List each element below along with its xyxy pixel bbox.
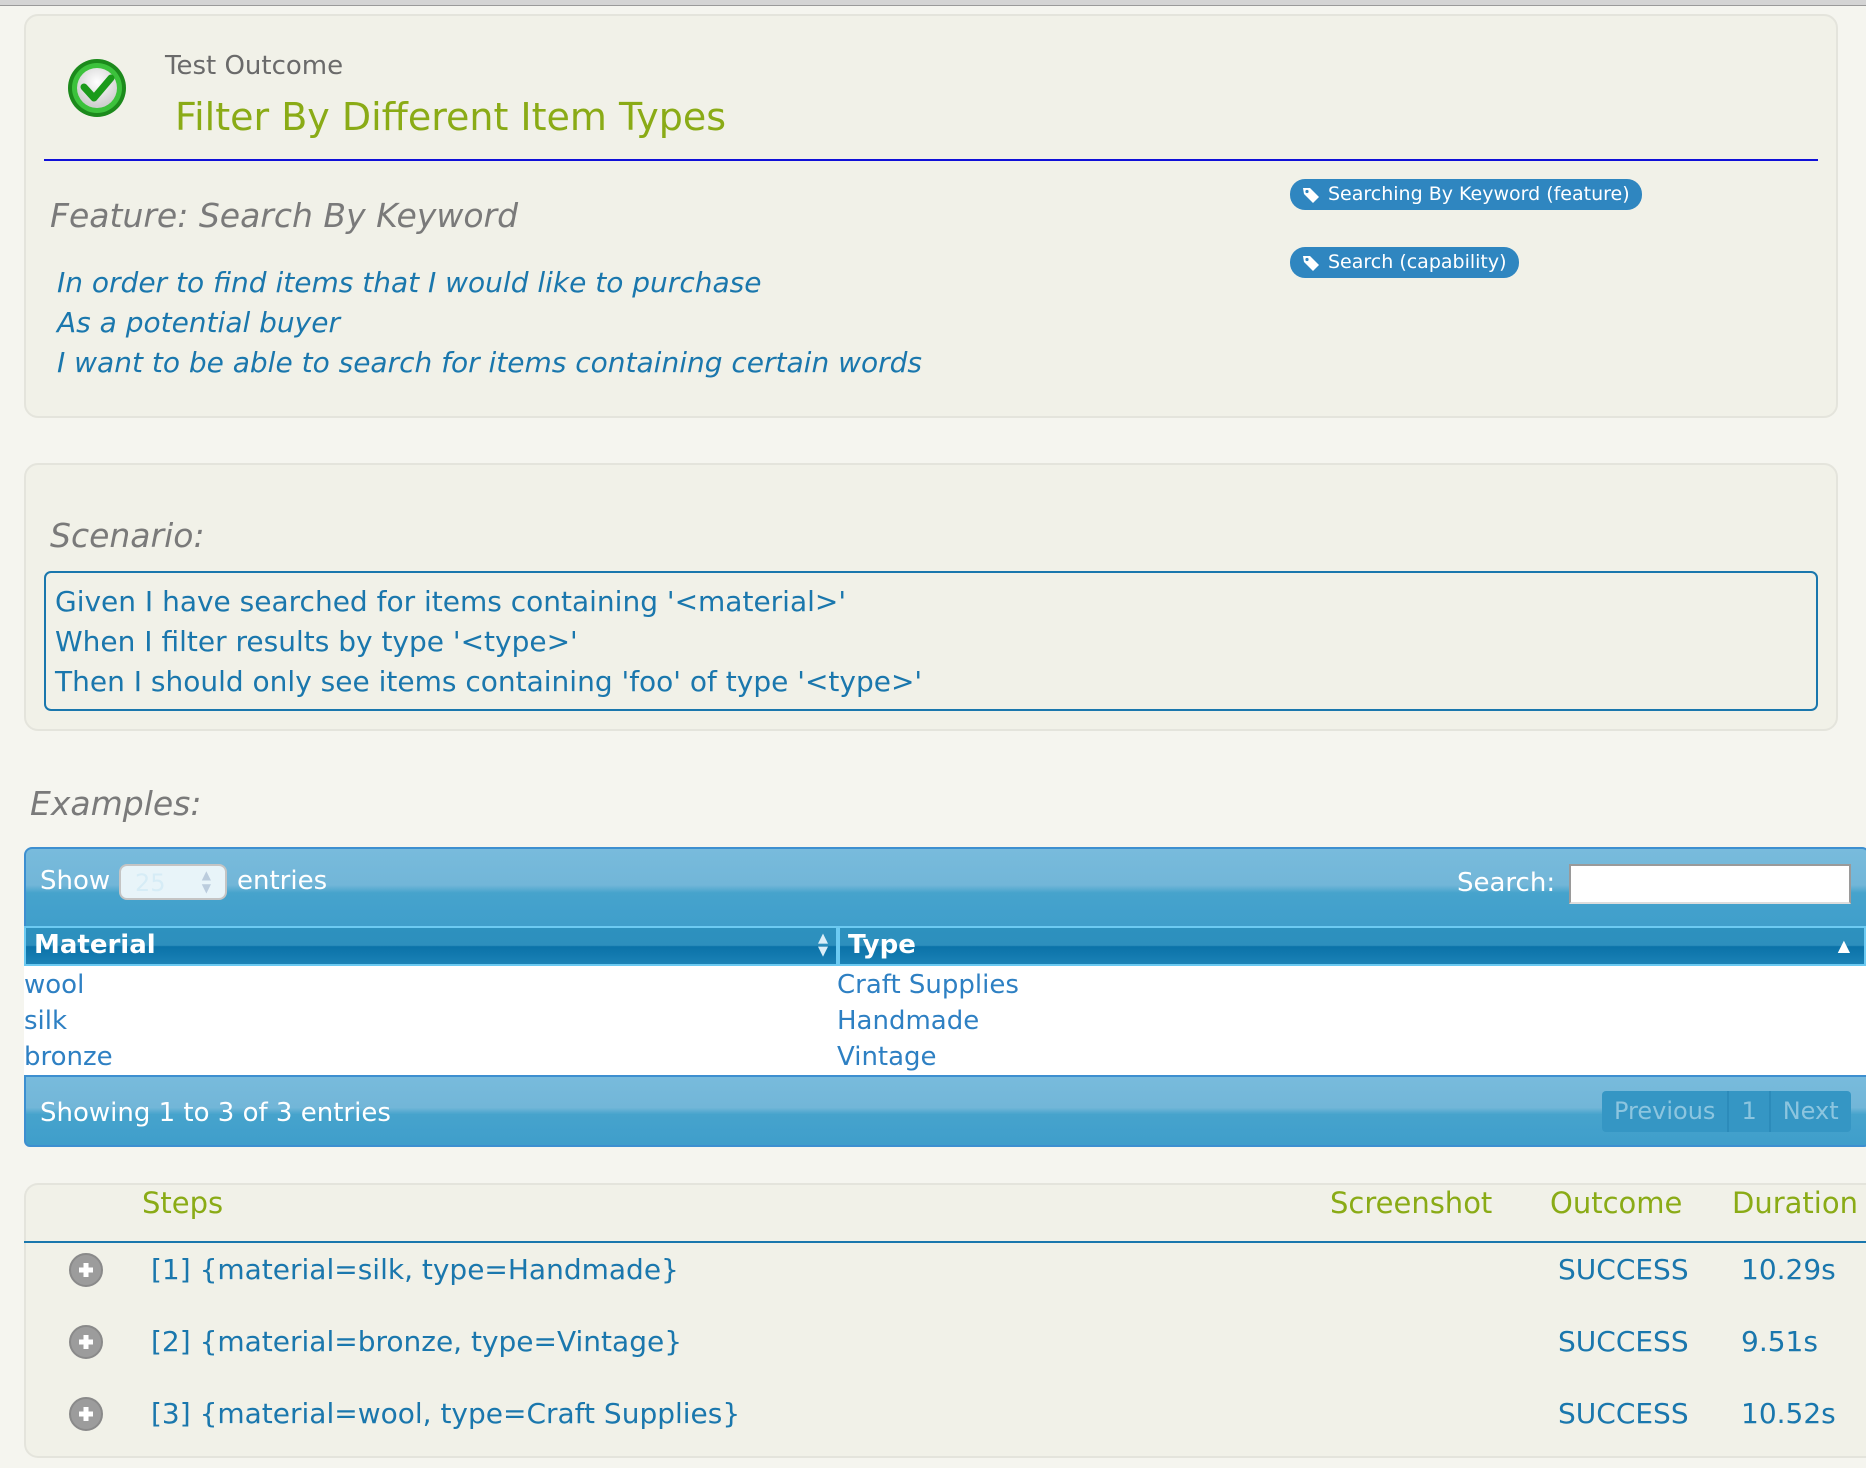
previous-button[interactable]: Previous (1602, 1091, 1730, 1132)
steps-header: Steps (142, 1186, 224, 1220)
tag-label: Search (capability) (1328, 251, 1507, 273)
cell-type: Handmade (837, 1006, 980, 1036)
page-title: Filter By Different Item Types (175, 95, 727, 139)
search-input[interactable] (1569, 864, 1851, 904)
step-row-label[interactable]: [1] {material=silk, type=Handmade} (151, 1253, 679, 1286)
cell-material: wool (24, 970, 85, 1000)
sort-ascending-icon: ▲ (1837, 936, 1850, 955)
test-outcome-label: Test Outcome (165, 51, 344, 81)
step-outcome: SUCCESS (1558, 1325, 1689, 1358)
cell-material: silk (24, 1006, 68, 1036)
show-label: Show (40, 866, 111, 896)
tag-icon (1303, 255, 1319, 271)
tag-icon (1303, 187, 1319, 203)
column-header-label: Material (34, 930, 156, 960)
scenario-title: Scenario: (50, 516, 205, 555)
expand-plus-icon[interactable] (69, 1253, 103, 1287)
screenshot-header: Screenshot (1330, 1186, 1493, 1220)
page-1-button[interactable]: 1 (1729, 1091, 1771, 1132)
column-header-label: Type (848, 930, 916, 960)
pagination: Previous 1 Next (1602, 1091, 1851, 1132)
steps-header-divider (24, 1241, 1866, 1243)
step-duration: 10.29s (1741, 1253, 1836, 1286)
cell-type: Craft Supplies (837, 970, 1019, 1000)
feature-title: Feature: Search By Keyword (50, 196, 519, 235)
examples-title: Examples: (30, 784, 202, 823)
narrative-line: In order to find items that I would like… (57, 266, 762, 299)
expand-plus-icon[interactable] (69, 1397, 103, 1431)
step-row-label[interactable]: [3] {material=wool, type=Craft Supplies} (151, 1397, 740, 1430)
step-outcome: SUCCESS (1558, 1253, 1689, 1286)
success-check-icon (66, 57, 128, 119)
narrative-line: As a potential buyer (57, 306, 340, 339)
expand-plus-icon[interactable] (69, 1325, 103, 1359)
browser-top-edge (0, 0, 1866, 6)
duration-header: Duration (1732, 1186, 1858, 1220)
step-outcome: SUCCESS (1558, 1397, 1689, 1430)
tag-feature[interactable]: Searching By Keyword (feature) (1290, 179, 1642, 210)
scenario-line: Given I have searched for items containi… (55, 585, 847, 618)
page-size-value: 25 (135, 869, 166, 897)
entries-label: entries (237, 866, 328, 896)
narrative-line: I want to be able to search for items co… (57, 346, 923, 379)
cell-material: bronze (24, 1042, 113, 1072)
scenario-line: Then I should only see items containing … (55, 665, 923, 698)
column-header-type[interactable]: Type ▲ (838, 926, 1866, 966)
outcome-header: Outcome (1550, 1186, 1683, 1220)
search-label: Search: (1457, 868, 1556, 898)
stepper-arrows-icon: ▲ ▼ (201, 868, 211, 895)
table-info: Showing 1 to 3 of 3 entries (40, 1098, 391, 1128)
step-duration: 10.52s (1741, 1397, 1836, 1430)
scenario-line: When I filter results by type '<type>' (55, 625, 578, 658)
next-button[interactable]: Next (1771, 1091, 1851, 1132)
cell-type: Vintage (837, 1042, 937, 1072)
sort-both-icon: ▲ ▼ (818, 931, 828, 959)
step-duration: 9.51s (1741, 1325, 1818, 1358)
tag-capability[interactable]: Search (capability) (1290, 247, 1519, 278)
page-size-select[interactable]: 25 ▲ ▼ (119, 864, 227, 900)
step-row-label[interactable]: [2] {material=bronze, type=Vintage} (151, 1325, 682, 1358)
tag-label: Searching By Keyword (feature) (1328, 183, 1630, 205)
title-divider (44, 159, 1818, 161)
column-header-material[interactable]: Material ▲ ▼ (24, 926, 838, 966)
